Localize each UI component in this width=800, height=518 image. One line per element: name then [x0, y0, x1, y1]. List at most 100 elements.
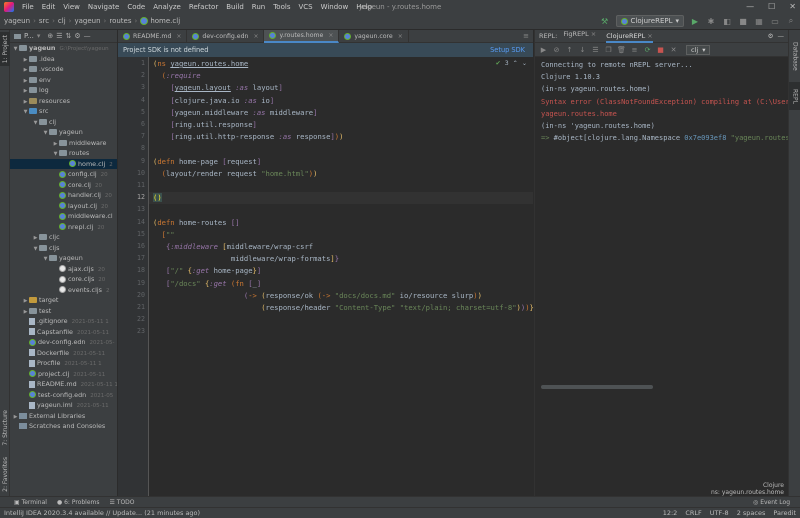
menu-help[interactable]: Help	[352, 3, 376, 11]
coverage-icon[interactable]: ◧	[722, 16, 732, 26]
tree-item[interactable]: Procfile 2021-05-11 1	[10, 358, 117, 369]
tree-item[interactable]: ▶ cljc	[10, 232, 117, 243]
tree-item[interactable]: handler.clj 20	[10, 190, 117, 201]
clear-icon[interactable]: 🗑	[617, 45, 626, 54]
menu-analyze[interactable]: Analyze	[149, 3, 185, 11]
run-icon[interactable]: ▶	[690, 16, 700, 26]
history-icon[interactable]: ☰	[591, 45, 600, 54]
menu-code[interactable]: Code	[123, 3, 149, 11]
tab-repl[interactable]: REPL	[789, 82, 800, 110]
hide-icon[interactable]: —	[84, 32, 91, 40]
tree-item[interactable]: home.clj 2	[10, 158, 117, 169]
tree-item[interactable]: project.clj 2021-05-11	[10, 369, 117, 380]
tab-list-icon[interactable]: ≡	[523, 30, 533, 42]
repl-tab[interactable]: FigREPL ×	[563, 30, 596, 43]
close-tab-icon[interactable]: ×	[176, 33, 181, 40]
breadcrumb-item[interactable]: clj	[58, 17, 66, 25]
tab-problems[interactable]: ● 6: Problems	[57, 499, 100, 506]
hammer-icon[interactable]: ⚒	[600, 16, 610, 26]
maximize-icon[interactable]: ☐	[768, 2, 775, 11]
tree-item[interactable]: ▼ yageun	[10, 127, 117, 138]
file-encoding[interactable]: UTF-8	[710, 509, 729, 517]
tree-item[interactable]: core.cljs 20	[10, 274, 117, 285]
gear-icon[interactable]: ⚙	[74, 32, 80, 40]
chevron-up-icon[interactable]: ⌃	[513, 60, 518, 67]
tree-item[interactable]: test-config.edn 2021-05	[10, 390, 117, 401]
horizontal-scrollbar[interactable]	[541, 385, 653, 389]
repl-tab[interactable]: ClojureREPL ×	[606, 30, 653, 43]
tree-item[interactable]: yageun.iml 2021-05-11	[10, 400, 117, 411]
arrow-up-icon[interactable]: ↑	[565, 45, 574, 54]
editor-tab[interactable]: y.routes.home ×	[264, 30, 340, 43]
menu-refactor[interactable]: Refactor	[185, 3, 222, 11]
minimize-icon[interactable]: —	[746, 2, 754, 11]
tree-item[interactable]: ▼ yageun	[10, 253, 117, 264]
tree-item[interactable]: config.clj 20	[10, 169, 117, 180]
tree-item[interactable]: Dockerfile 2021-05-11	[10, 348, 117, 359]
editor-tab[interactable]: README.md ×	[118, 30, 188, 43]
breadcrumb-item[interactable]: home.clj	[150, 17, 180, 25]
tree-item[interactable]: nrepl.clj 20	[10, 222, 117, 233]
tree-item[interactable]: ▶ resources	[10, 96, 117, 107]
layout-icon[interactable]: ▭	[770, 16, 780, 26]
project-view-select[interactable]: P...	[24, 32, 34, 40]
tree-item[interactable]: Capstanfile 2021-05-11	[10, 327, 117, 338]
menu-build[interactable]: Build	[222, 3, 248, 11]
tab-terminal[interactable]: ▣ Terminal	[14, 499, 47, 506]
code-editor[interactable]: ✔ 3 ⌃ ⌄ (ns yageun.routes.home (:require…	[149, 57, 547, 496]
expand-all-icon[interactable]: ⇅	[65, 32, 71, 40]
tab-favorites[interactable]: 2: Favorites	[0, 454, 10, 494]
menu-window[interactable]: Window	[317, 3, 353, 11]
setup-sdk-link[interactable]: Setup SDK	[490, 46, 525, 54]
close-tab-icon[interactable]: ×	[253, 33, 258, 40]
chevron-down-icon[interactable]: ⌄	[522, 60, 527, 67]
inspection-widget[interactable]: ✔ 3 ⌃ ⌄	[496, 60, 528, 67]
arrow-down-icon[interactable]: ↓	[578, 45, 587, 54]
breadcrumb-item[interactable]: src	[39, 17, 49, 25]
editor-tab[interactable]: dev-config.edn ×	[187, 30, 265, 43]
tree-item[interactable]: ▼ routes	[10, 148, 117, 159]
paredit-toggle[interactable]: Paredit	[773, 509, 796, 517]
tree-item[interactable]: ▶ target	[10, 295, 117, 306]
stop-icon[interactable]: ■	[738, 16, 748, 26]
repl-ns-select[interactable]: clj ▾	[686, 44, 711, 55]
close-tab-icon[interactable]: ×	[589, 30, 596, 38]
reload-icon[interactable]: ⟳	[643, 45, 652, 54]
tree-item[interactable]: ▶ test	[10, 306, 117, 317]
tab-project[interactable]: 1: Project	[0, 32, 10, 66]
run-config-select[interactable]: ClojureREPL ▾	[615, 15, 684, 27]
tree-item[interactable]: ▶ log	[10, 85, 117, 96]
close-tab-icon[interactable]: ×	[398, 33, 403, 40]
caret-position[interactable]: 12:2	[663, 509, 678, 517]
tree-item[interactable]: ▼ src	[10, 106, 117, 117]
status-message[interactable]: IntelliJ IDEA 2020.3.4 available // Upda…	[4, 509, 200, 517]
stop-icon[interactable]: ⊘	[552, 45, 561, 54]
close-icon[interactable]: ✕	[669, 45, 678, 54]
gear-icon[interactable]: ⚙	[768, 32, 774, 40]
menu-edit[interactable]: Edit	[38, 3, 60, 11]
tree-item[interactable]: ▼ yageun G:\Project\yageun	[10, 43, 117, 54]
tree-item[interactable]: ▶ env	[10, 75, 117, 86]
menu-file[interactable]: File	[18, 3, 38, 11]
menu-view[interactable]: View	[59, 3, 84, 11]
editor-tab[interactable]: yageun.core ×	[339, 30, 409, 43]
line-separator[interactable]: CRLF	[685, 509, 701, 517]
tree-item[interactable]: dev-config.edn 2021-05-	[10, 337, 117, 348]
menu-vcs[interactable]: VCS	[294, 3, 316, 11]
tree-item[interactable]: Scratches and Consoles	[10, 421, 117, 432]
tree-item[interactable]: middleware.cl	[10, 211, 117, 222]
tree-item[interactable]: ▶ External Libraries	[10, 411, 117, 422]
copy-icon[interactable]: ❐	[604, 45, 613, 54]
close-tab-icon[interactable]: ×	[645, 32, 652, 40]
tree-item[interactable]: README.md 2021-05-11 1	[10, 379, 117, 390]
close-icon[interactable]: ✕	[789, 2, 796, 11]
breadcrumb-item[interactable]: yageun	[74, 17, 100, 25]
tab-event-log[interactable]: ◎ Event Log	[753, 499, 790, 506]
breadcrumb-item[interactable]: routes	[109, 17, 131, 25]
tab-structure[interactable]: 7: Structure	[0, 408, 10, 448]
tree-item[interactable]: ▼ clj	[10, 117, 117, 128]
tree-item[interactable]: ▶ .vscode	[10, 64, 117, 75]
menu-tools[interactable]: Tools	[269, 3, 294, 11]
tree-item[interactable]: .gitignore 2021-05-11 1	[10, 316, 117, 327]
tree-item[interactable]: ▼ cljs	[10, 243, 117, 254]
